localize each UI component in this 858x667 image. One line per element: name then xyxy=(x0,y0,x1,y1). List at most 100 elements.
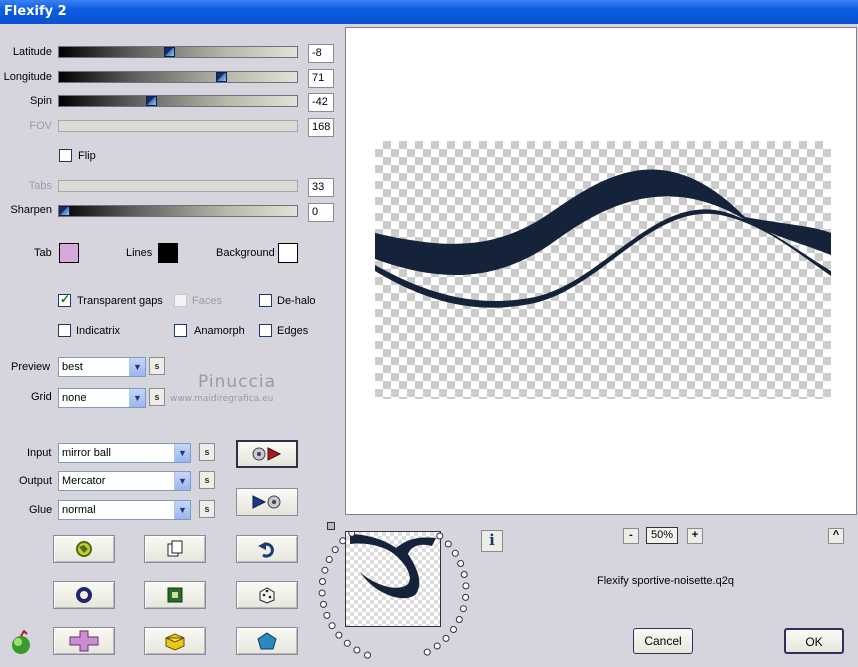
background-color-swatch[interactable] xyxy=(278,243,298,263)
ring-button[interactable] xyxy=(53,581,115,609)
latitude-slider-thumb[interactable] xyxy=(164,47,175,57)
sharpen-slider-thumb[interactable] xyxy=(59,206,70,216)
latitude-label: Latitude xyxy=(12,46,52,58)
sharpen-slider[interactable] xyxy=(58,205,298,217)
output-s-button[interactable]: s xyxy=(199,471,215,489)
ring-dot[interactable] xyxy=(442,634,450,642)
ring-dot[interactable] xyxy=(462,593,470,601)
spin-slider-thumb[interactable] xyxy=(146,96,157,106)
preset-filename: Flexify sportive-noisette.q2q xyxy=(597,575,734,587)
play-reverse-button[interactable] xyxy=(236,488,298,516)
ring-dot[interactable] xyxy=(348,532,356,537)
ring-dot[interactable] xyxy=(328,622,336,630)
output-select[interactable]: Mercator ▼ xyxy=(58,471,191,491)
input-s-button[interactable]: s xyxy=(199,443,215,461)
transparent-gaps-checkbox[interactable]: ✓ xyxy=(58,292,71,307)
ring-dot[interactable] xyxy=(325,556,333,563)
tab-color-label: Tab xyxy=(34,247,52,259)
ring-dot[interactable] xyxy=(455,616,463,623)
navigation-ring[interactable] xyxy=(312,532,476,666)
chevron-down-icon: ▼ xyxy=(129,389,145,407)
glue-s-button[interactable]: s xyxy=(199,500,215,518)
longitude-value[interactable]: 71 xyxy=(308,69,334,88)
longitude-slider-thumb[interactable] xyxy=(216,72,227,82)
undo-arrow-icon xyxy=(258,542,274,558)
ring-dot[interactable] xyxy=(460,571,468,578)
zoom-in-button[interactable]: + xyxy=(687,528,703,544)
ok-button[interactable]: OK xyxy=(784,628,844,654)
ring-dot[interactable] xyxy=(459,605,467,613)
frame-button[interactable] xyxy=(144,581,206,609)
latitude-value[interactable]: -8 xyxy=(308,44,334,63)
indicatrix-checkbox[interactable] xyxy=(58,324,71,337)
ring-dot[interactable] xyxy=(339,537,347,545)
spin-label: Spin xyxy=(29,95,52,107)
preview-s-button[interactable]: s xyxy=(149,357,165,375)
watermark-name: Pinuccia xyxy=(198,372,276,392)
anamorph-label: Anamorph xyxy=(194,325,245,337)
anamorph-checkbox[interactable] xyxy=(174,324,187,337)
ring-dot[interactable] xyxy=(343,639,351,647)
plus-shape-button[interactable] xyxy=(53,627,115,655)
random-dice-button[interactable] xyxy=(236,581,298,609)
zoom-out-button[interactable]: - xyxy=(623,528,639,544)
de-halo-checkbox[interactable] xyxy=(259,294,272,307)
sharpen-label: Sharpen xyxy=(10,204,52,216)
preview-select-value: best xyxy=(62,361,83,373)
ring-dot[interactable] xyxy=(353,646,361,654)
yellow-cube-icon xyxy=(165,633,185,651)
randomize-globe-button[interactable] xyxy=(53,535,115,563)
ring-dot[interactable] xyxy=(462,582,470,590)
nav-handle[interactable] xyxy=(327,522,335,530)
preview-select[interactable]: best ▼ xyxy=(58,357,146,377)
preview-canvas[interactable] xyxy=(345,27,857,515)
ring-dot[interactable] xyxy=(321,566,329,574)
ring-dot[interactable] xyxy=(320,600,327,608)
ring-dot[interactable] xyxy=(433,642,441,650)
watermark-url: www.maidiregrafica.eu xyxy=(170,394,274,404)
grid-s-button[interactable]: s xyxy=(149,388,165,406)
spin-value[interactable]: -42 xyxy=(308,93,334,112)
pentagon-button[interactable] xyxy=(236,627,298,655)
ring-dot[interactable] xyxy=(323,611,331,619)
input-select-value: mirror ball xyxy=(62,447,111,459)
ring-dot[interactable] xyxy=(444,540,452,548)
flip-checkbox[interactable] xyxy=(59,149,72,162)
faces-checkbox xyxy=(174,294,187,307)
ring-dot[interactable] xyxy=(450,626,457,633)
ring-dot[interactable] xyxy=(423,648,431,656)
scroll-up-button[interactable]: ^ xyxy=(828,528,844,544)
info-button[interactable]: i xyxy=(481,530,503,552)
zoom-level: 50% xyxy=(646,527,678,544)
undo-button[interactable] xyxy=(236,535,298,563)
ring-icon xyxy=(76,587,92,603)
grid-select[interactable]: none ▼ xyxy=(58,388,146,408)
input-select[interactable]: mirror ball ▼ xyxy=(58,443,191,463)
flip-label: Flip xyxy=(78,150,96,162)
sharpen-value[interactable]: 0 xyxy=(308,203,334,222)
cancel-button[interactable]: Cancel xyxy=(633,628,693,654)
ring-dot[interactable] xyxy=(318,589,326,597)
indicatrix-label: Indicatrix xyxy=(76,325,121,337)
glue-select[interactable]: normal ▼ xyxy=(58,500,191,520)
grid-label: Grid xyxy=(31,391,52,403)
edges-checkbox[interactable] xyxy=(259,324,272,337)
faces-label: Faces xyxy=(192,295,222,307)
transparent-gaps-label: Transparent gaps xyxy=(77,295,163,307)
lines-color-swatch[interactable] xyxy=(158,243,178,263)
ring-dot[interactable] xyxy=(319,578,326,585)
ring-dot[interactable] xyxy=(451,549,459,557)
ring-dot[interactable] xyxy=(331,546,339,554)
ring-dot[interactable] xyxy=(436,532,444,540)
latitude-slider[interactable] xyxy=(58,46,298,58)
tab-color-swatch[interactable] xyxy=(59,243,79,263)
ring-dot[interactable] xyxy=(457,560,465,567)
play-forward-button[interactable] xyxy=(236,440,298,468)
longitude-slider[interactable] xyxy=(58,71,298,83)
ring-dot[interactable] xyxy=(364,651,371,659)
cube-button[interactable] xyxy=(144,627,206,655)
square-frame-icon xyxy=(167,587,183,603)
copy-button[interactable] xyxy=(144,535,206,563)
ring-dot[interactable] xyxy=(335,631,343,639)
spin-slider[interactable] xyxy=(58,95,298,107)
